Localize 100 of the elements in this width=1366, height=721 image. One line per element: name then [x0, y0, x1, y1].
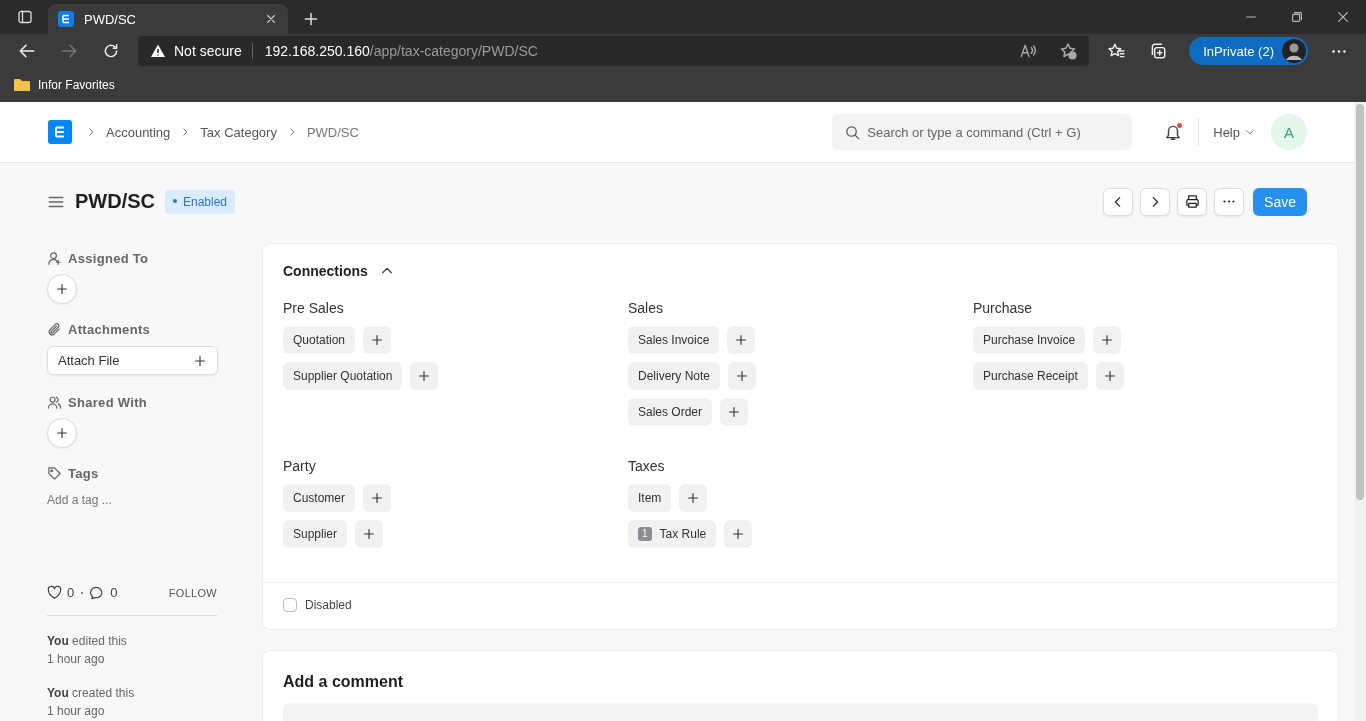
link-button[interactable]: Purchase Invoice	[973, 326, 1086, 354]
activity-time: 1 hour ago	[47, 703, 106, 720]
refresh-icon	[102, 42, 120, 60]
link-button[interactable]: Quotation	[283, 326, 356, 354]
more-icon	[1332, 49, 1346, 53]
profile-button[interactable]: InPrivate (2)	[1189, 37, 1308, 65]
notification-icon[interactable]	[1164, 123, 1183, 141]
add-button[interactable]	[728, 362, 757, 390]
comment-count: 0	[110, 585, 118, 600]
follow-link[interactable]: FOLLOW	[168, 586, 217, 599]
section-label: Shared With	[68, 395, 148, 410]
folder-icon	[14, 78, 30, 92]
add-button[interactable]	[679, 484, 708, 512]
card-title: Connections	[283, 263, 368, 279]
address-bar[interactable]: Not secure 192.168.250.160/app/tax-category/PWD/SC	[138, 36, 1090, 66]
plus-icon	[1100, 333, 1115, 347]
count-badge: 1	[638, 527, 652, 541]
more-icon	[1223, 200, 1236, 203]
add-button[interactable]	[724, 520, 753, 548]
section-label: Assigned To	[68, 251, 149, 266]
like-count: 0	[67, 585, 75, 600]
scrollbar-thumb[interactable]	[1356, 104, 1364, 500]
link-button[interactable]: Delivery Note	[628, 362, 721, 390]
search-field[interactable]: Search or type a command (Ctrl + G)	[832, 114, 1133, 150]
breadcrumb-link[interactable]: PWD/SC	[306, 124, 359, 140]
link-button[interactable]: Item	[628, 484, 672, 512]
plus-icon	[370, 491, 384, 505]
print-button[interactable]	[1177, 187, 1208, 216]
read-aloud-icon	[1019, 42, 1038, 60]
plus-icon	[1102, 369, 1117, 383]
activity-time: 1 hour ago	[47, 651, 106, 668]
heart-icon	[47, 585, 62, 600]
favorite-add-icon	[1059, 42, 1078, 60]
status-badge: Enabled	[165, 189, 236, 214]
plus-icon	[55, 426, 69, 440]
help-menu[interactable]: Help	[1213, 124, 1255, 140]
add-button[interactable]	[363, 484, 391, 512]
breadcrumb-link[interactable]: Accounting	[106, 124, 171, 140]
group-heading: Purchase	[973, 300, 1034, 316]
share-button[interactable]	[47, 418, 77, 448]
plus-icon	[727, 405, 742, 419]
add-tag-link[interactable]: Add a tag ...	[47, 493, 217, 507]
plus-icon	[55, 282, 69, 296]
link-button[interactable]: 1 Tax Rule	[628, 520, 717, 548]
add-button[interactable]	[720, 398, 749, 426]
add-button[interactable]	[1095, 362, 1124, 390]
link-button[interactable]: Sales Invoice	[628, 326, 720, 354]
tag-icon	[47, 466, 62, 481]
collections-icon	[1149, 42, 1168, 60]
plus-icon	[302, 10, 320, 28]
link-button[interactable]: Customer	[283, 484, 355, 512]
restore-icon	[1290, 10, 1304, 24]
plus-icon	[362, 527, 377, 541]
plus-icon	[686, 491, 701, 505]
add-button[interactable]	[363, 326, 392, 354]
link-button[interactable]: Purchase Receipt	[973, 362, 1088, 390]
section-label: Attachments	[68, 322, 151, 337]
section-label: Tags	[68, 466, 99, 481]
warning-icon	[150, 43, 166, 59]
users-icon	[47, 395, 62, 410]
add-button[interactable]	[355, 520, 384, 548]
add-button[interactable]	[410, 362, 439, 390]
search-icon	[845, 125, 861, 140]
tab-title: PWD/SC	[84, 11, 137, 27]
app-logo-icon[interactable]	[48, 120, 72, 144]
tab-actions-icon	[17, 9, 33, 25]
chevron-right-icon	[86, 127, 96, 137]
activity-text: You edited this	[47, 633, 128, 650]
printer-icon	[1184, 194, 1200, 209]
close-icon	[1336, 10, 1350, 24]
plus-icon	[193, 353, 207, 368]
arrow-left-icon	[18, 42, 36, 60]
breadcrumb-link[interactable]: Tax Category	[200, 124, 277, 140]
checkbox[interactable]	[283, 598, 297, 612]
bookmark-folder[interactable]: Infor Favorites	[14, 78, 115, 92]
group-heading: Party	[283, 458, 317, 474]
link-button[interactable]: Supplier Quotation	[283, 362, 403, 390]
favorites-icon	[1107, 42, 1126, 60]
link-button[interactable]: Supplier	[283, 520, 348, 548]
checkbox-label: Disabled	[305, 598, 352, 612]
add-button[interactable]	[727, 326, 756, 354]
security-label: Not secure	[174, 43, 253, 59]
group-heading: Pre Sales	[283, 300, 345, 316]
activity-text: You created this	[47, 685, 136, 702]
link-button[interactable]: Sales Order	[628, 398, 713, 426]
add-button[interactable]	[1093, 326, 1122, 354]
page-title: PWD/SC	[75, 190, 155, 213]
browser-tab[interactable]: PWD/SC	[48, 4, 288, 34]
plus-icon	[735, 369, 750, 383]
plus-icon	[731, 527, 746, 541]
assign-button[interactable]	[47, 274, 77, 304]
plus-icon	[417, 369, 432, 383]
bell-icon	[1164, 123, 1183, 141]
group-heading: Sales	[628, 300, 665, 316]
group-heading: Taxes	[628, 458, 666, 474]
close-icon	[264, 12, 278, 26]
avatar-icon	[1282, 39, 1306, 63]
arrow-right-icon	[60, 42, 78, 60]
attach-file-button[interactable]: Attach File	[47, 346, 218, 375]
user-add-icon	[47, 251, 62, 266]
